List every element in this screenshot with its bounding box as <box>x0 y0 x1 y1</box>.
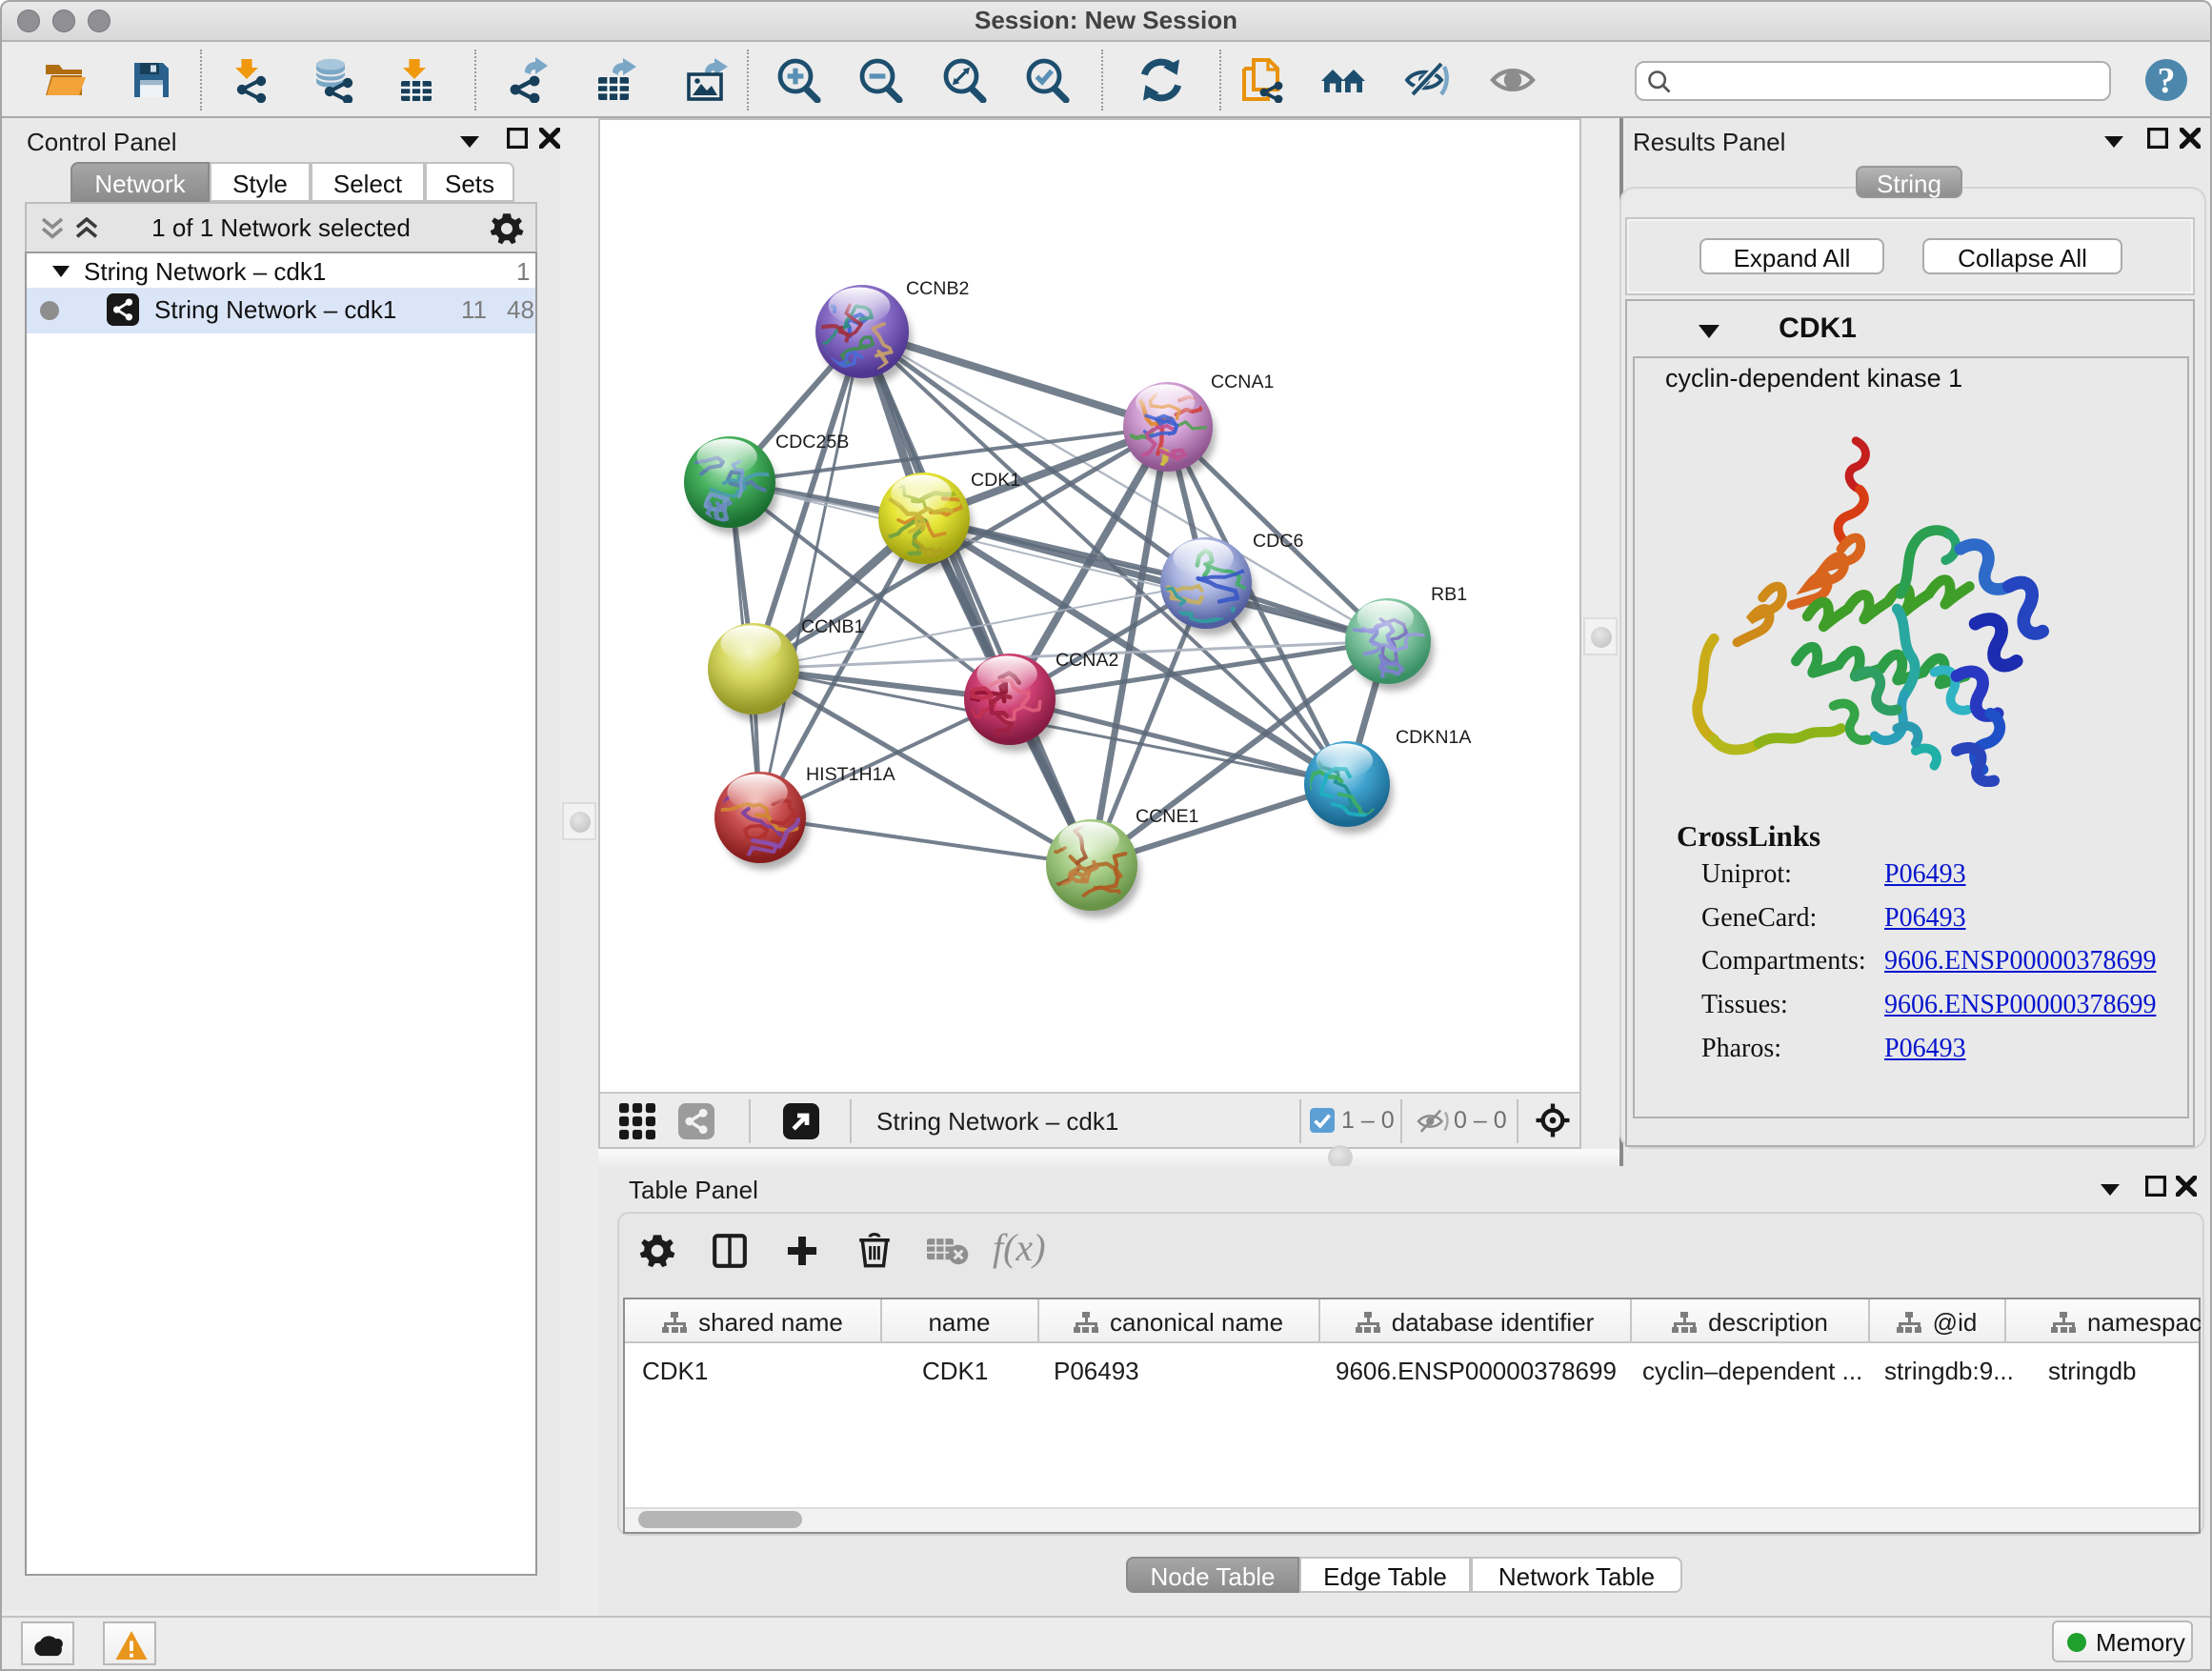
svg-text:CCNB1: CCNB1 <box>801 616 864 637</box>
svg-text:CCNA1: CCNA1 <box>1211 372 1274 393</box>
svg-text:CDC25B: CDC25B <box>775 432 849 453</box>
svg-text:CDKN1A: CDKN1A <box>1396 727 1472 748</box>
svg-text:CCNE1: CCNE1 <box>1136 806 1198 827</box>
svg-text:CCNB2: CCNB2 <box>906 278 969 299</box>
svg-text:?: ? <box>2158 61 2176 101</box>
svg-text:RB1: RB1 <box>1431 584 1467 605</box>
svg-text:CCNA2: CCNA2 <box>1056 650 1118 671</box>
svg-text:CDC6: CDC6 <box>1253 531 1303 552</box>
svg-text:HIST1H1A: HIST1H1A <box>806 764 896 785</box>
svg-text:CDK1: CDK1 <box>971 470 1020 491</box>
